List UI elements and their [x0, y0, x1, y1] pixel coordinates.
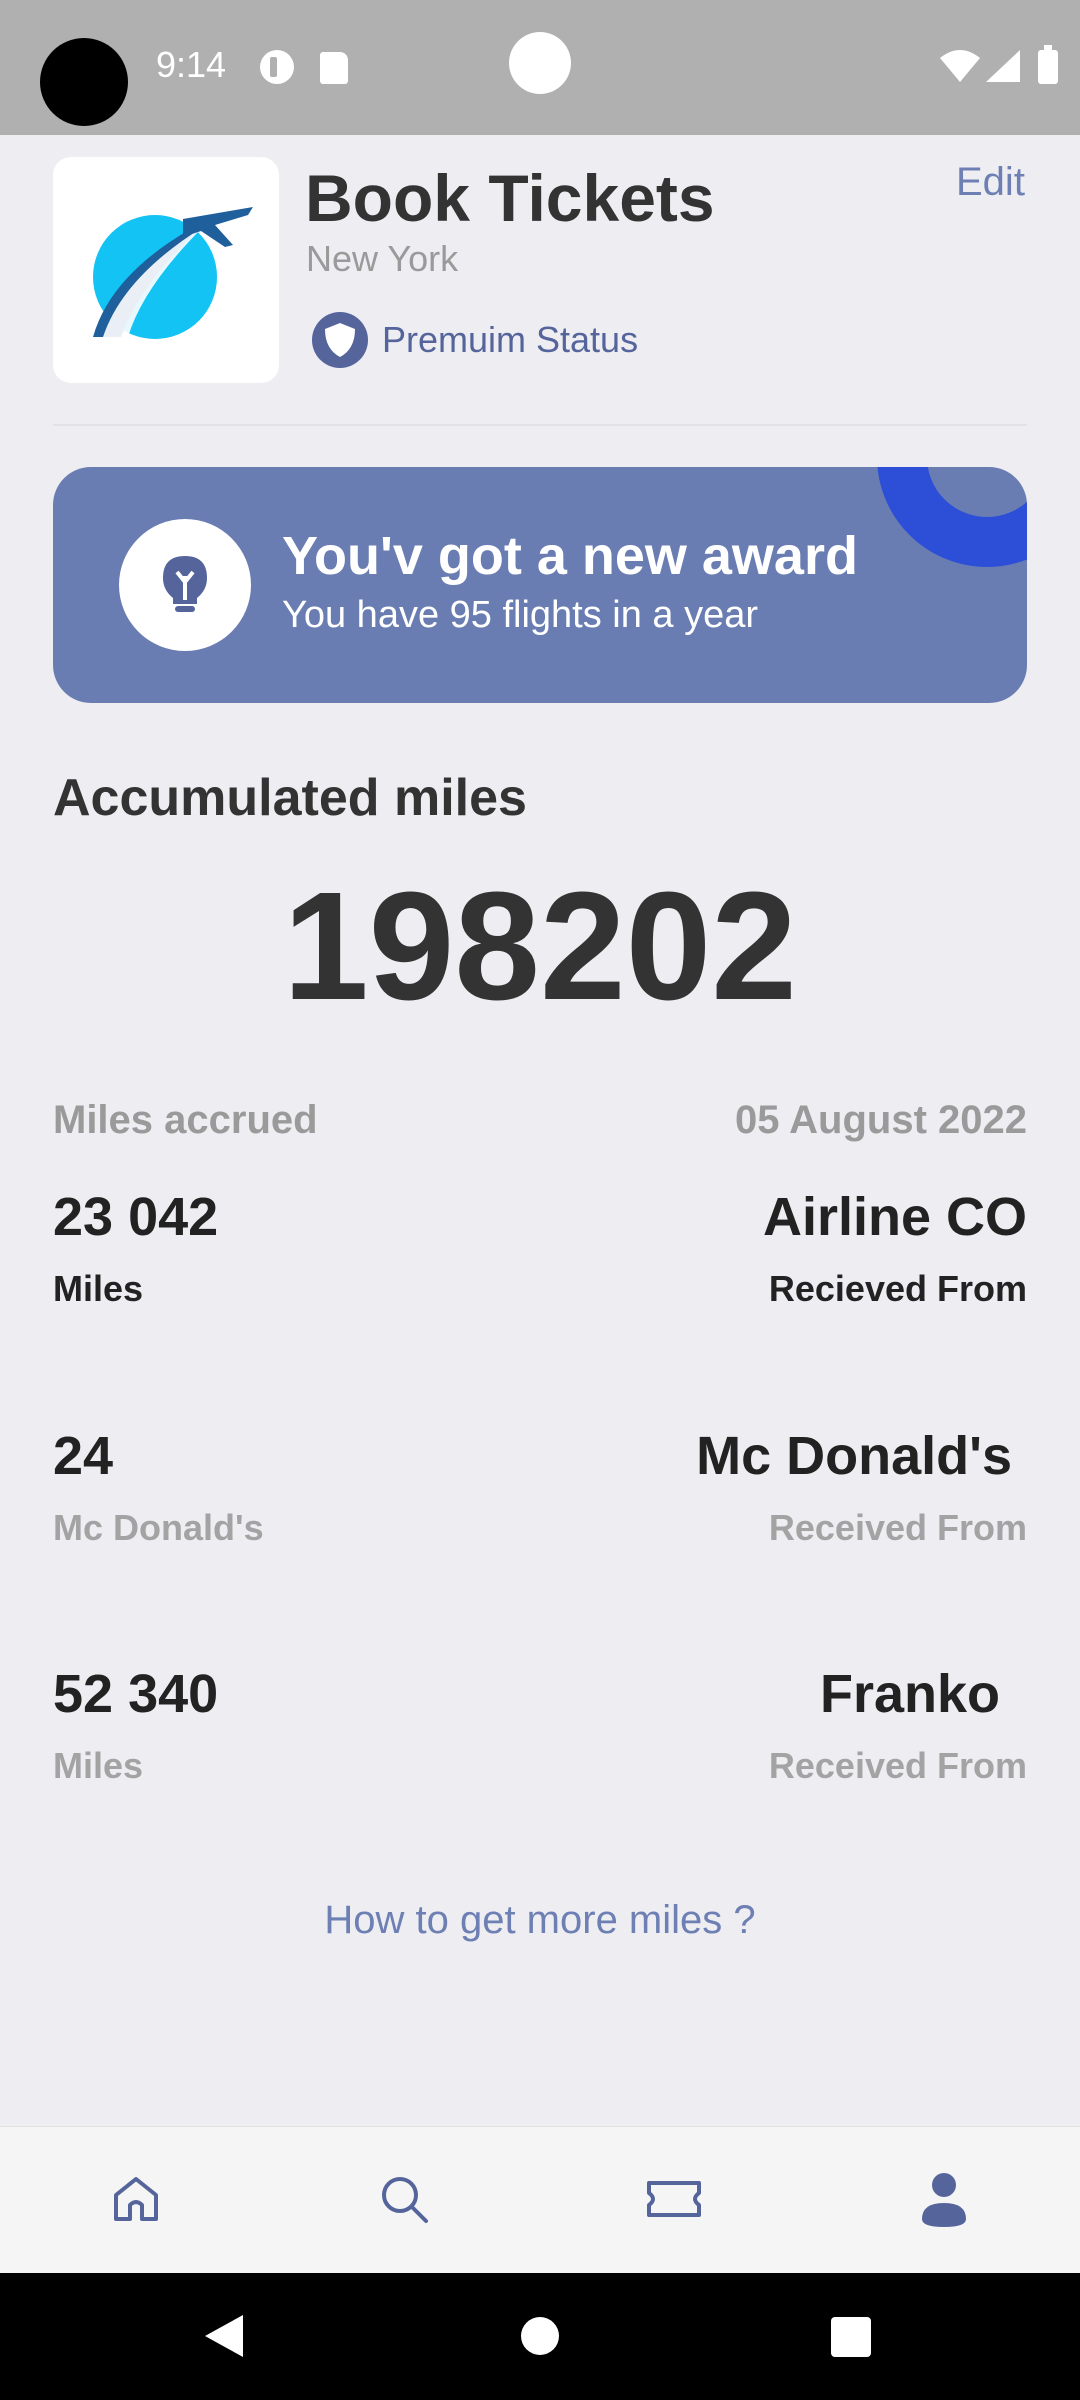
- shield-icon: [312, 312, 368, 368]
- miles-row-caption: Miles: [53, 1268, 144, 1309]
- wifi-icon: [940, 50, 980, 82]
- search-icon: [382, 2177, 428, 2223]
- miles-row-source-caption: Recieved From: [768, 1268, 1027, 1309]
- miles-row-value: 52 340: [53, 1664, 219, 1724]
- more-miles-link[interactable]: How to get more miles ?: [0, 1898, 1080, 1943]
- nav-tickets[interactable]: [642, 2167, 706, 2231]
- miles-row-value: 24: [53, 1426, 114, 1486]
- plane-logo-icon: [93, 207, 253, 339]
- bottom-nav: [0, 2126, 1080, 2273]
- profile-icon: [922, 2173, 966, 2227]
- award-banner[interactable]: You'v got a new award You have 95 flight…: [53, 467, 1027, 703]
- city-label: New York: [306, 238, 459, 279]
- accumulated-miles-label: Accumulated miles: [53, 769, 527, 827]
- miles-accrued-date: 05 August 2022: [735, 1098, 1027, 1142]
- status-time: 9:14: [156, 44, 227, 85]
- notification-icon: [260, 50, 294, 84]
- award-subtitle: You have 95 flights in a year: [282, 594, 759, 636]
- premium-status: Premuim Status: [312, 312, 638, 368]
- premium-status-label: Premuim Status: [382, 319, 639, 360]
- system-nav-bar: [0, 2273, 1080, 2400]
- edit-button[interactable]: Edit: [956, 160, 1025, 205]
- miles-row-source-caption: Received From: [768, 1745, 1027, 1786]
- miles-row-value: 23 042: [53, 1187, 219, 1247]
- recents-icon[interactable]: [831, 2317, 871, 2357]
- front-sensor: [509, 32, 571, 94]
- miles-row-source-caption: Received From: [768, 1507, 1027, 1548]
- page-title: Book Tickets: [305, 161, 715, 235]
- camera-cutout: [40, 38, 128, 126]
- miles-row-caption: Mc Donald's: [53, 1507, 264, 1548]
- nav-home[interactable]: [104, 2167, 168, 2231]
- sd-card-icon: [320, 52, 348, 84]
- decorative-ring: [877, 467, 1027, 567]
- home-icon: [114, 2177, 158, 2221]
- miles-row-caption: Miles: [53, 1745, 144, 1786]
- signal-icon: [986, 50, 1020, 82]
- ticket-icon: [647, 2181, 701, 2217]
- back-icon[interactable]: [205, 2315, 243, 2357]
- miles-row-source: Airline CO: [762, 1187, 1027, 1247]
- battery-icon: [1038, 45, 1058, 84]
- nav-search[interactable]: [372, 2167, 436, 2231]
- nav-profile[interactable]: [912, 2167, 976, 2231]
- accumulated-miles-value: 198202: [283, 860, 797, 1032]
- miles-row-source: Mc Donald's: [696, 1426, 1012, 1486]
- lightbulb-icon: [119, 519, 251, 651]
- miles-accrued-label: Miles accrued: [53, 1098, 318, 1142]
- miles-row-source: Franko: [819, 1664, 1000, 1724]
- status-bar: 9:14: [0, 0, 1080, 135]
- home-button-icon[interactable]: [521, 2317, 559, 2355]
- divider: [53, 424, 1027, 426]
- award-title: You'v got a new award: [282, 526, 858, 586]
- app-logo: [53, 157, 279, 383]
